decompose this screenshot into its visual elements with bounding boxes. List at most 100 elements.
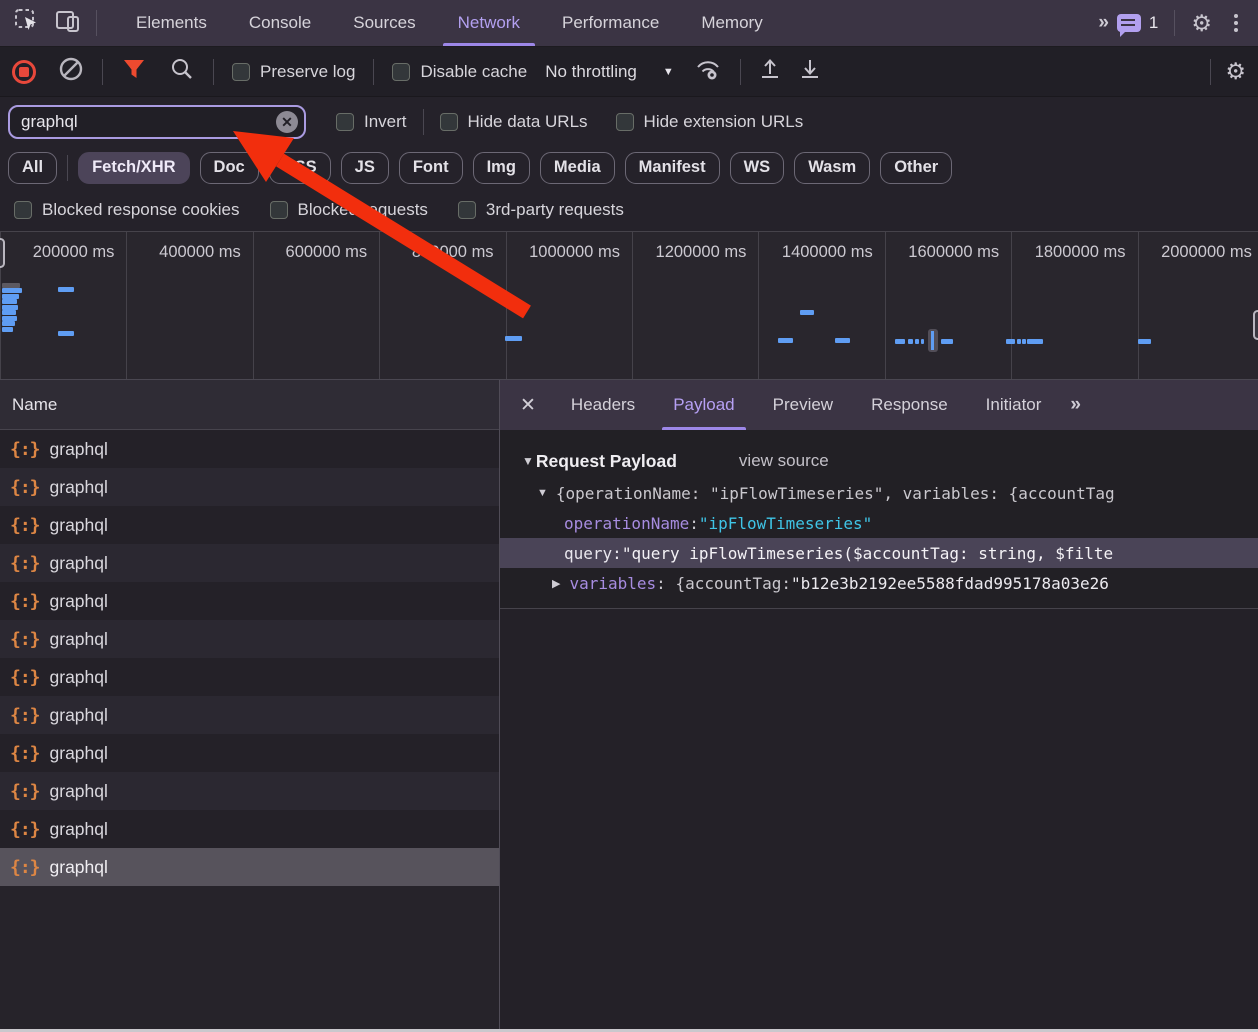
- timeline-request-bar: [2, 327, 13, 332]
- chip-doc[interactable]: Doc: [199, 151, 259, 184]
- checkbox-box: [14, 200, 32, 219]
- checkbox-box: [615, 113, 634, 131]
- request-row-graphql[interactable]: {:} graphql: [0, 696, 499, 734]
- checkbox-3rd-party-requests[interactable]: 3rd-party requests: [457, 200, 624, 220]
- settings-gear-icon[interactable]: ⚙: [1191, 11, 1212, 35]
- fetch-xhr-icon: {:}: [10, 628, 40, 650]
- payload-root-line[interactable]: ▼ {operationName: "ipFlowTimeseries", va…: [500, 478, 1258, 508]
- filter-funnel-icon[interactable]: [121, 57, 147, 86]
- chip-img[interactable]: Img: [472, 151, 530, 184]
- timeline-request-bar: [895, 339, 905, 344]
- import-har-icon[interactable]: [757, 56, 783, 87]
- payload-query-line[interactable]: query: "query ipFlowTimeseries($accountT…: [500, 538, 1258, 568]
- network-overview-timeline[interactable]: 200000 ms 400000 ms 600000 ms 800000 ms 1000…: [0, 232, 1258, 380]
- request-name: graphql: [49, 552, 108, 573]
- overview-left-handle[interactable]: [0, 238, 5, 268]
- chip-all[interactable]: All: [8, 151, 58, 184]
- menu-dots-icon[interactable]: [1228, 12, 1244, 34]
- view-source-link[interactable]: view source: [739, 451, 829, 471]
- clear-button[interactable]: [58, 56, 84, 87]
- checkbox-box: [269, 200, 288, 219]
- close-detail-icon[interactable]: ✕: [500, 394, 552, 417]
- checkbox-blocked-response-cookies[interactable]: Blocked response cookies: [14, 200, 240, 220]
- expand-triangle-icon[interactable]: ▼: [537, 487, 548, 499]
- timeline-request-bar: [1022, 339, 1026, 344]
- disable-cache-checkbox[interactable]: Disable cache: [392, 62, 527, 82]
- throttling-select[interactable]: No throttling ▼: [541, 62, 678, 82]
- detail-tab-payload[interactable]: Payload: [654, 380, 753, 430]
- checkbox-box: [392, 62, 411, 81]
- overview-right-handle[interactable]: [1253, 310, 1258, 340]
- collapse-triangle-icon[interactable]: ▼: [522, 454, 534, 468]
- request-detail-pane: ✕ Headers Payload Preview Response Initiator…: [500, 380, 1258, 1032]
- chip-media[interactable]: Media: [539, 151, 615, 184]
- fetch-xhr-icon: {:}: [10, 590, 40, 612]
- request-name: graphql: [49, 438, 108, 459]
- overview-grid: 200000 ms 400000 ms 600000 ms 800000 ms 1000…: [0, 232, 1258, 379]
- network-conditions-icon[interactable]: [692, 56, 724, 87]
- more-tabs-chevron-icon[interactable]: »: [1088, 12, 1117, 34]
- export-har-icon[interactable]: [797, 56, 823, 87]
- request-row-graphql[interactable]: {:} graphql: [0, 544, 499, 582]
- request-row-graphql[interactable]: {:} graphql: [0, 582, 499, 620]
- timeline-request-bar: [2, 288, 22, 293]
- invert-checkbox[interactable]: Invert: [336, 112, 407, 132]
- inspect-element-icon[interactable]: [14, 8, 40, 39]
- request-row-graphql[interactable]: {:} graphql: [0, 658, 499, 696]
- chip-font[interactable]: Font: [398, 151, 463, 184]
- detail-tab-headers[interactable]: Headers: [552, 380, 654, 430]
- tab-performance[interactable]: Performance: [541, 0, 680, 46]
- timeline-tick-label: 1600000 ms: [886, 232, 1013, 379]
- payload-section-title: Request Payload: [535, 450, 677, 471]
- detail-more-tabs-chevron-icon[interactable]: »: [1060, 394, 1089, 416]
- tab-memory[interactable]: Memory: [680, 0, 783, 46]
- request-row-graphql[interactable]: {:} graphql: [0, 734, 499, 772]
- timeline-tick-label: 1400000 ms: [759, 232, 886, 379]
- chip-wasm[interactable]: Wasm: [794, 151, 871, 184]
- expand-triangle-icon[interactable]: ▶: [552, 577, 560, 590]
- detail-tab-preview[interactable]: Preview: [754, 380, 852, 430]
- checkbox-blocked-requests[interactable]: Blocked requests: [269, 200, 428, 220]
- timeline-tick-label: 600000 ms: [254, 232, 381, 379]
- detail-tab-initiator[interactable]: Initiator: [967, 380, 1061, 430]
- timeline-tick-label: 400000 ms: [127, 232, 254, 379]
- payload-operationname-line[interactable]: operationName: "ipFlowTimeseries": [500, 508, 1258, 538]
- request-row-graphql[interactable]: {:} graphql: [0, 848, 499, 886]
- request-row-graphql[interactable]: {:} graphql: [0, 430, 499, 468]
- timeline-tick-label: 1000000 ms: [507, 232, 633, 379]
- payload-variables-line[interactable]: ▶ variables: {accountTag: "b12e3b2192ee5…: [500, 568, 1258, 598]
- name-header-label: Name: [12, 394, 58, 414]
- throttling-value: No throttling: [545, 61, 637, 81]
- search-icon[interactable]: [169, 56, 195, 87]
- chip-js[interactable]: JS: [340, 151, 389, 184]
- request-row-graphql[interactable]: {:} graphql: [0, 772, 499, 810]
- tab-sources[interactable]: Sources: [332, 0, 436, 46]
- request-row-graphql[interactable]: {:} graphql: [0, 506, 499, 544]
- detail-tab-response[interactable]: Response: [852, 380, 967, 430]
- request-row-graphql[interactable]: {:} graphql: [0, 468, 499, 506]
- timeline-request-bar: [1027, 339, 1043, 344]
- request-name: graphql: [49, 742, 108, 763]
- issues-badge[interactable]: 1: [1116, 13, 1158, 37]
- chip-other[interactable]: Other: [880, 151, 953, 184]
- record-button[interactable]: [12, 59, 36, 84]
- network-settings-gear-icon[interactable]: ⚙: [1225, 60, 1246, 83]
- tab-network[interactable]: Network: [437, 0, 541, 46]
- chip-fetch-xhr[interactable]: Fetch/XHR: [78, 151, 190, 184]
- name-column-header[interactable]: Name: [0, 380, 499, 430]
- chip-ws[interactable]: WS: [729, 151, 785, 184]
- tab-console[interactable]: Console: [228, 0, 332, 46]
- detail-tabs: Headers Payload Preview Response Initiator: [552, 380, 1060, 430]
- timeline-request-bar: [2, 321, 15, 326]
- request-row-graphql[interactable]: {:} graphql: [0, 810, 499, 848]
- tab-elements[interactable]: Elements: [115, 0, 228, 46]
- hide-extension-urls-checkbox[interactable]: Hide extension URLs: [615, 112, 803, 132]
- preserve-log-checkbox[interactable]: Preserve log: [232, 62, 355, 82]
- request-row-graphql[interactable]: {:} graphql: [0, 620, 499, 658]
- filter-input[interactable]: graphql ✕: [8, 105, 306, 139]
- hide-data-urls-checkbox[interactable]: Hide data URLs: [439, 112, 588, 132]
- chip-manifest[interactable]: Manifest: [624, 151, 720, 184]
- device-toolbar-icon[interactable]: [54, 9, 82, 38]
- clear-filter-icon[interactable]: ✕: [276, 111, 298, 133]
- chip-css[interactable]: CSS: [268, 151, 331, 184]
